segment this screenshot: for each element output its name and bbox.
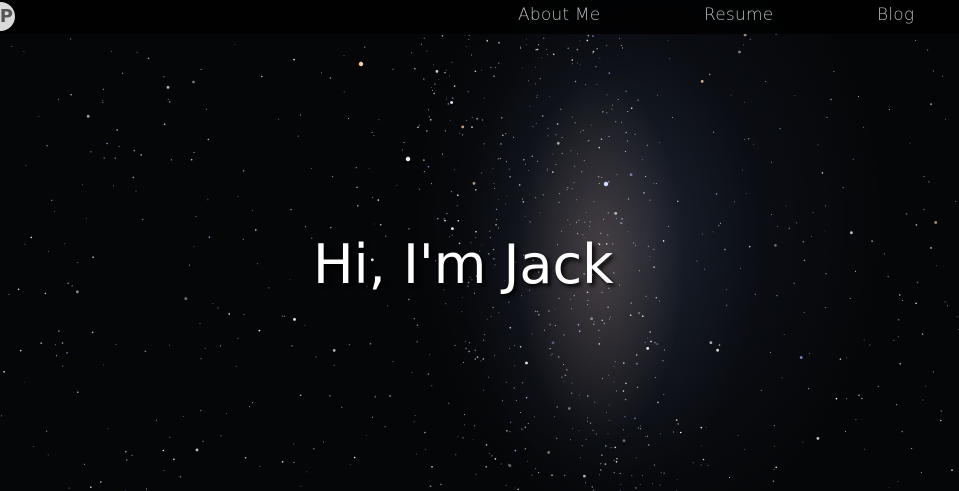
hero-title: Hi, I'm Jack xyxy=(313,233,614,296)
logo-icon[interactable]: P xyxy=(0,2,15,31)
nav-link-blog[interactable]: Blog xyxy=(877,4,914,26)
page: P About Me Resume Blog Hi, I'm Jack xyxy=(0,0,959,491)
navbar: P About Me Resume Blog xyxy=(0,0,959,34)
nav-link-about-me[interactable]: About Me xyxy=(518,4,600,26)
logo-letter: P xyxy=(0,6,13,27)
nav-link-resume[interactable]: Resume xyxy=(704,4,773,26)
